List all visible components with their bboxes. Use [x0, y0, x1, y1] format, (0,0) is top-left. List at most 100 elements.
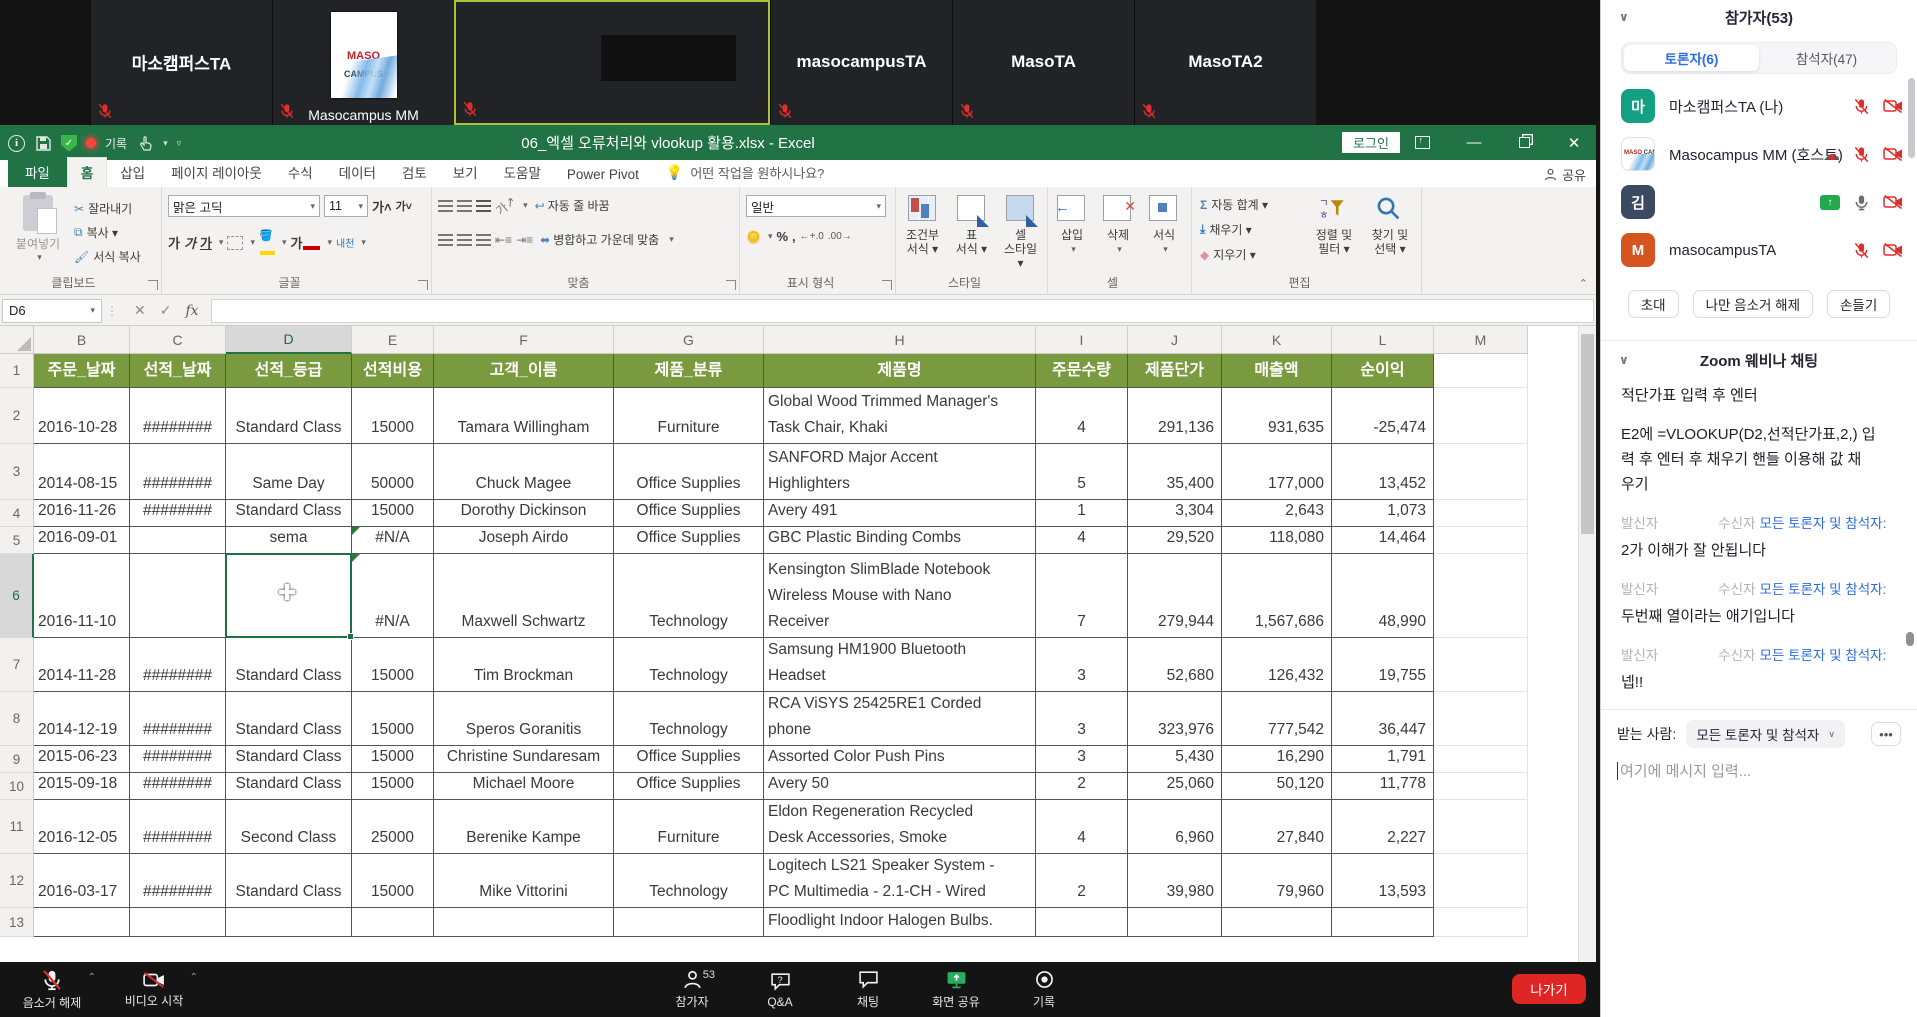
chat-recipient-link[interactable]: 모든 토론자 및 참석자: [1760, 511, 1887, 536]
column-header-M[interactable]: M [1434, 326, 1528, 354]
cell-B10[interactable]: 2015-09-18 [34, 773, 130, 800]
cell-L10[interactable]: 11,778 [1332, 773, 1434, 800]
cell-D10[interactable]: Standard Class [226, 773, 352, 800]
ribbon-tab-삽입[interactable]: 삽입 [107, 158, 158, 187]
toolbar-cam-slash-button[interactable]: 비디오 시작⌃ [108, 966, 200, 1013]
ribbon-tab-페이지 레이아웃[interactable]: 페이지 레이아웃 [158, 158, 275, 187]
participants-tab-참석자(47)[interactable]: 참석자(47) [1759, 45, 1894, 71]
decrease-indent-icon[interactable]: ⇤≡ [495, 233, 512, 247]
header-cell-D1[interactable]: 선적_등급 [226, 354, 352, 388]
row-header-8[interactable]: 8 [0, 692, 34, 746]
cell-G9[interactable]: Office Supplies [614, 746, 764, 773]
cell-H10[interactable]: Avery 50 [764, 773, 1036, 800]
ribbon-tab-데이터[interactable]: 데이터 [326, 158, 389, 187]
column-header-B[interactable]: B [34, 326, 130, 354]
cell-E10[interactable]: 15000 [352, 773, 434, 800]
cell-M12[interactable] [1434, 854, 1528, 908]
cell-F13[interactable] [434, 908, 614, 937]
cell-K6[interactable]: 1,567,686 [1222, 554, 1332, 638]
row-header-6[interactable]: 6 [0, 554, 34, 638]
cell-E6[interactable]: #N/A [352, 554, 434, 638]
column-header-J[interactable]: J [1128, 326, 1222, 354]
fill-handle[interactable] [347, 633, 354, 640]
row-header-3[interactable]: 3 [0, 444, 34, 500]
clipboard-dialog-launcher[interactable] [148, 280, 158, 290]
confirm-entry-icon[interactable]: ✓ [160, 302, 172, 319]
cell-I2[interactable]: 4 [1036, 388, 1128, 444]
video-tile-마소캠퍼스TA[interactable]: 마소캠퍼스TA [90, 0, 272, 125]
row-header-2[interactable]: 2 [0, 388, 34, 444]
row-header-13[interactable]: 13 [0, 908, 34, 937]
currency-icon[interactable]: 🪙 [746, 230, 761, 244]
ribbon-tab-검토[interactable]: 검토 [389, 158, 440, 187]
cell-L9[interactable]: 1,791 [1332, 746, 1434, 773]
cell-D11[interactable]: Second Class [226, 800, 352, 854]
fill-button[interactable]: ⤓채우기 ▾ [1198, 220, 1254, 239]
cell-H11[interactable]: Eldon Regeneration Recycled Desk Accesso… [764, 800, 1036, 854]
cell-E8[interactable]: 15000 [352, 692, 434, 746]
toolbar-기록-button[interactable]: 기록 [1007, 966, 1081, 1013]
cell-J11[interactable]: 6,960 [1128, 800, 1222, 854]
cell-M2[interactable] [1434, 388, 1528, 444]
cell-J2[interactable]: 291,136 [1128, 388, 1222, 444]
header-cell-F1[interactable]: 고객_이름 [434, 354, 614, 388]
increase-font-icon[interactable]: 가˄ [372, 197, 392, 216]
minimize-button[interactable]: — [1452, 125, 1496, 160]
cell-E11[interactable]: 25000 [352, 800, 434, 854]
cell-F7[interactable]: Tim Brockman [434, 638, 614, 692]
participant-row[interactable]: 김↑ [1601, 178, 1917, 226]
cell-K9[interactable]: 16,290 [1222, 746, 1332, 773]
toolbar-채팅-button[interactable]: 채팅 [831, 966, 905, 1013]
cell-C9[interactable]: ######## [130, 746, 226, 773]
cell-F9[interactable]: Christine Sundaresam [434, 746, 614, 773]
chevron-up-icon[interactable]: ⌃ [190, 972, 198, 983]
cell-F6[interactable]: Maxwell Schwartz [434, 554, 614, 638]
cell-C11[interactable]: ######## [130, 800, 226, 854]
cell-L6[interactable]: 48,990 [1332, 554, 1434, 638]
cell-I13[interactable] [1036, 908, 1128, 937]
chat-message-input[interactable]: 여기에 메시지 입력... [1617, 760, 1901, 781]
column-header-G[interactable]: G [614, 326, 764, 354]
ribbon-display-options-button[interactable] [1400, 125, 1444, 160]
cell-E5[interactable]: #N/A [352, 527, 434, 554]
cell-C6[interactable] [130, 554, 226, 638]
cell-L8[interactable]: 36,447 [1332, 692, 1434, 746]
cell-D2[interactable]: Standard Class [226, 388, 352, 444]
format-painter-button[interactable]: 🖌서식 복사 [72, 247, 143, 266]
cell-B12[interactable]: 2016-03-17 [34, 854, 130, 908]
cell-K4[interactable]: 2,643 [1222, 500, 1332, 527]
cell-L2[interactable]: -25,474 [1332, 388, 1434, 444]
toolbar-화면 공유-button[interactable]: 화면 공유 [919, 966, 993, 1013]
cell-F3[interactable]: Chuck Magee [434, 444, 614, 500]
cell-B5[interactable]: 2016-09-01 [34, 527, 130, 554]
cell-K11[interactable]: 27,840 [1222, 800, 1332, 854]
cell-L11[interactable]: 2,227 [1332, 800, 1434, 854]
cell-L3[interactable]: 13,452 [1332, 444, 1434, 500]
cell-B13[interactable] [34, 908, 130, 937]
participant-row[interactable]: 마마소캠퍼스TA (나) [1601, 82, 1917, 130]
chevron-up-icon[interactable]: ⌃ [88, 972, 96, 983]
worksheet-grid[interactable]: BCDEFGHIJKLM1주문_날짜선적_날짜선적_등급선적비용고객_이름제품_… [0, 326, 1596, 962]
cell-D13[interactable] [226, 908, 352, 937]
borders-icon[interactable] [227, 236, 243, 250]
cell-B3[interactable]: 2014-08-15 [34, 444, 130, 500]
participants-button-나만 음소거 해제[interactable]: 나만 음소거 해제 [1693, 290, 1813, 318]
cell-G4[interactable]: Office Supplies [614, 500, 764, 527]
cell-C4[interactable]: ######## [130, 500, 226, 527]
name-box[interactable]: D6▾ [2, 299, 102, 323]
cell-G13[interactable] [614, 908, 764, 937]
cell-L4[interactable]: 1,073 [1332, 500, 1434, 527]
sort-filter-button[interactable]: ㄱㅎ정렬 및필터 ▾ [1306, 189, 1362, 258]
cell-H13[interactable]: Floodlight Indoor Halogen Bulbs. [764, 908, 1036, 937]
cell-M11[interactable] [1434, 800, 1528, 854]
row-header-5[interactable]: 5 [0, 527, 34, 554]
cell-D9[interactable]: Standard Class [226, 746, 352, 773]
cell-F12[interactable]: Mike Vittorini [434, 854, 614, 908]
font-size-combo[interactable]: 11▾ [324, 195, 368, 217]
cell-E3[interactable]: 50000 [352, 444, 434, 500]
cell-E7[interactable]: 15000 [352, 638, 434, 692]
cell-B2[interactable]: 2016-10-28 [34, 388, 130, 444]
participants-button-초대[interactable]: 초대 [1628, 290, 1679, 318]
cell-G3[interactable]: Office Supplies [614, 444, 764, 500]
cell-C12[interactable]: ######## [130, 854, 226, 908]
